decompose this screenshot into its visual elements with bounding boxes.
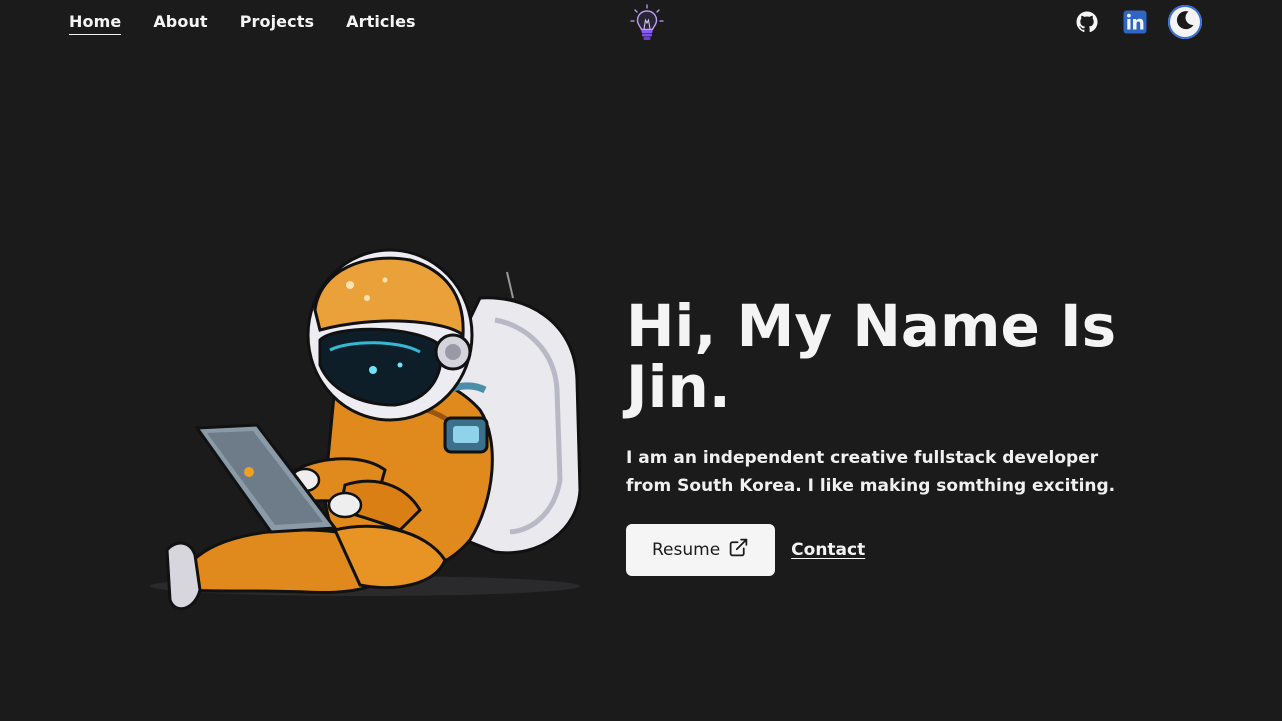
hero-actions: Resume Contact	[626, 524, 1186, 576]
social-links	[1072, 5, 1202, 39]
hero-description: I am an independent creative fullstack d…	[626, 448, 1116, 496]
page: Home About Projects Articles Hi, My Name…	[0, 0, 1282, 721]
nav-link-about[interactable]: About	[153, 12, 207, 35]
resume-button[interactable]: Resume	[626, 524, 776, 576]
resume-label: Resume	[652, 540, 721, 560]
astronaut-with-laptop-illustration	[145, 240, 600, 620]
github-icon[interactable]	[1072, 7, 1102, 37]
linkedin-icon[interactable]	[1120, 7, 1150, 37]
contact-link[interactable]: Contact	[791, 540, 865, 560]
main-nav: Home About Projects Articles	[69, 12, 416, 35]
nav-link-projects[interactable]: Projects	[240, 12, 314, 35]
nav-link-articles[interactable]: Articles	[346, 12, 416, 35]
theme-toggle-button[interactable]	[1168, 5, 1202, 39]
lightbulb-icon[interactable]	[628, 3, 666, 43]
hero-title: Hi, My Name Is Jin.	[626, 292, 1117, 421]
external-link-icon	[728, 537, 749, 563]
moon-icon	[1173, 8, 1197, 36]
hero-content: Hi, My Name Is Jin. I am an independent …	[626, 296, 1186, 576]
nav-link-home[interactable]: Home	[69, 12, 122, 35]
